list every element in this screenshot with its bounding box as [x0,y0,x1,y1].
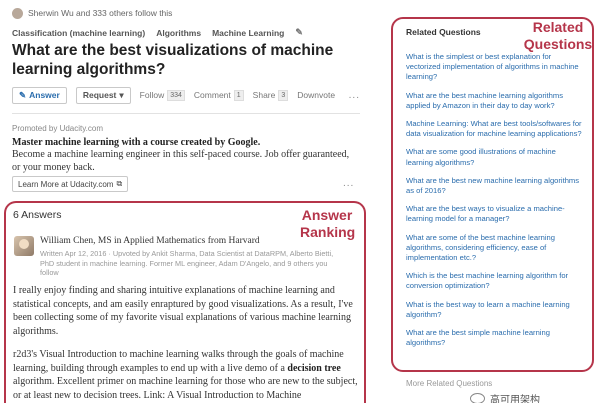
answer-button-label: Answer [29,90,60,100]
share-count: 3 [278,89,289,101]
follow-button[interactable]: Follow 334 [139,89,185,101]
share-label: Share [252,90,276,100]
promo-body: Become a machine learning engineer in th… [12,149,350,173]
caret-down-icon: ▾ [119,89,124,100]
divider [12,113,360,114]
topic-classification[interactable]: Classification (machine learning) [12,28,145,38]
promoted-by[interactable]: Promoted by Udacity.com [12,124,103,133]
more-related-questions-link[interactable]: More Related Questions [406,379,492,388]
related-questions-list: What is the simplest or best explanation… [406,52,584,348]
external-link-icon: ⧉ [116,179,123,188]
answers-count-header: 6 Answers [13,209,62,221]
related-question-link[interactable]: What are some good illustrations of mach… [406,147,584,167]
promo-headline[interactable]: Master machine learning with a course cr… [12,137,260,148]
follower-avatar [12,7,23,19]
author-avatar[interactable] [14,236,34,256]
answer-paragraph-2: r2d3's Visual Introduction to machine le… [13,348,358,402]
request-button[interactable]: Request ▾ [75,86,131,104]
author-credential[interactable]: William Chen, MS in Applied Mathematics … [40,236,260,246]
related-questions-title: Related Questions [406,27,481,37]
comment-count: 1 [233,89,244,101]
answer-paragraph-1: I really enjoy finding and sharing intui… [13,285,353,337]
promo-more-options-icon[interactable]: ... [343,178,354,189]
related-question-link[interactable]: What is the simplest or best explanation… [406,52,584,83]
answer-meta: Written Apr 12, 2016 · Upvoted by Ankit … [40,249,334,277]
pencil-icon: ✎ [19,89,27,100]
related-questions-annotation: Related Questions [523,19,593,52]
topic-list: Classification (machine learning) Algori… [12,27,303,38]
chat-bubble-icon [470,393,485,403]
topic-machine-learning[interactable]: Machine Learning [212,28,284,38]
answer-button[interactable]: ✎ Answer [12,86,67,104]
downvote-button[interactable]: Downvote [297,90,335,100]
downvote-label: Downvote [297,90,336,100]
edit-topics-pencil-icon[interactable]: ✎ [295,27,303,38]
share-button[interactable]: Share 3 [252,89,289,101]
related-question-link[interactable]: Which is the best machine learning algor… [406,271,584,291]
related-question-link[interactable]: What are the best ways to visualize a ma… [406,204,584,224]
related-question-link[interactable]: What are some of the best machine learni… [406,233,584,264]
related-question-link[interactable]: What are the best new machine learning a… [406,176,584,196]
request-button-label: Request [82,90,117,100]
topic-algorithms[interactable]: Algorithms [156,28,201,38]
comment-button[interactable]: Comment 1 [193,89,244,101]
follow-count: 334 [167,89,185,101]
related-question-link[interactable]: What are the best simple machine learnin… [406,328,584,348]
watermark: 高可用架构 [470,391,540,403]
answer-paragraph-2-text-b: algorithm. Excellent primer on machine l… [13,376,358,401]
learn-more-button[interactable]: Learn More at Udacity.com ⧉ [12,176,129,192]
more-options-icon[interactable]: ... [349,90,360,101]
answer-bold-term: decision tree [287,362,341,374]
question-title: What are the best visualizations of mach… [12,42,334,78]
learn-more-label: Learn More at Udacity.com [18,179,114,189]
comment-label: Comment [193,90,231,100]
watermark-text: 高可用架构 [490,395,540,403]
related-question-link[interactable]: Machine Learning: What are best tools/so… [406,119,584,139]
related-question-link[interactable]: What are the best machine learning algor… [406,91,584,111]
followers-line: Sherwin Wu and 333 others follow this [12,6,172,20]
followers-text: Sherwin Wu and 333 others follow this [28,8,173,18]
question-action-bar: ✎ Answer Request ▾ Follow 334 Comment 1 … [12,85,360,105]
related-question-link[interactable]: What is the best way to learn a machine … [406,300,584,320]
follow-label: Follow [139,90,165,100]
answer-ranking-annotation: Answer Ranking [300,207,356,240]
